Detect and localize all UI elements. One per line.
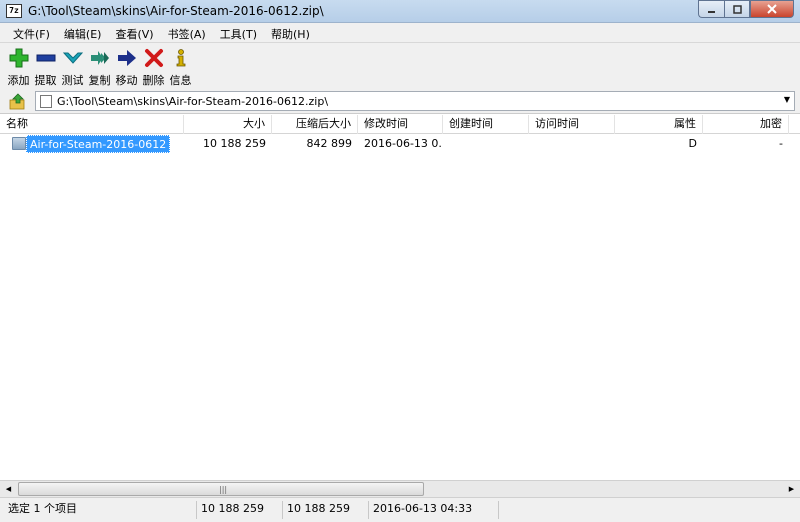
row-modified: 2016-06-13 0... — [364, 137, 443, 150]
double-arrow-icon — [90, 51, 109, 65]
extract-label: 提取 — [34, 74, 57, 87]
address-bar: G:\Tool\Steam\skins\Air-for-Steam-2016-0… — [0, 89, 800, 114]
folder-icon — [12, 137, 26, 150]
info-icon — [176, 49, 185, 67]
menu-bar: 文件(F) 编辑(E) 查看(V) 书签(A) 工具(T) 帮助(H) — [0, 23, 800, 43]
list-header: 名称 大小 压缩后大小 修改时间 创建时间 访问时间 属性 加密 — [0, 115, 800, 134]
menu-help[interactable]: 帮助(H) — [264, 23, 317, 42]
title-bar: 7z G:\Tool\Steam\skins\Air-for-Steam-201… — [0, 0, 800, 23]
row-encrypted: - — [779, 137, 783, 150]
test-button[interactable]: 测试 — [59, 43, 86, 89]
copy-button[interactable]: 复制 — [86, 43, 113, 89]
column-header-accessed[interactable]: 访问时间 — [529, 115, 615, 134]
info-label: 信息 — [169, 74, 192, 87]
extract-button[interactable]: 提取 — [32, 43, 59, 89]
status-size: 10 188 259 — [196, 501, 282, 519]
column-header-modified[interactable]: 修改时间 — [358, 115, 443, 134]
column-header-attributes[interactable]: 属性 — [615, 115, 703, 134]
move-button[interactable]: 移动 — [113, 43, 140, 89]
column-header-created[interactable]: 创建时间 — [443, 115, 529, 134]
address-field[interactable]: G:\Tool\Steam\skins\Air-for-Steam-2016-0… — [35, 91, 795, 111]
column-header-size[interactable]: 大小 — [184, 115, 272, 134]
window-controls — [698, 0, 794, 18]
horizontal-scrollbar[interactable]: ◀ ||| ▶ — [0, 480, 800, 497]
add-label: 添加 — [7, 74, 30, 87]
menu-bookmarks[interactable]: 书签(A) — [161, 23, 213, 42]
app-icon[interactable]: 7z — [6, 4, 22, 18]
status-packed-size: 10 188 259 — [282, 501, 368, 519]
move-label: 移动 — [115, 74, 138, 87]
status-empty — [498, 501, 796, 519]
row-packed-size: 842 899 — [306, 137, 353, 150]
maximize-icon — [732, 4, 742, 14]
menu-edit[interactable]: 编辑(E) — [57, 23, 109, 42]
info-button[interactable]: 信息 — [167, 43, 194, 89]
file-list: 名称 大小 压缩后大小 修改时间 创建时间 访问时间 属性 加密 Air-for… — [0, 115, 800, 480]
row-attributes: D — [688, 137, 697, 150]
delete-button[interactable]: 删除 — [140, 43, 167, 89]
arrow-right-icon — [117, 50, 136, 66]
status-selection: 选定 1 个项目 — [8, 502, 77, 515]
grip-icon: ||| — [219, 485, 228, 494]
close-button[interactable] — [750, 0, 794, 18]
minus-icon — [36, 54, 55, 62]
copy-label: 复制 — [88, 74, 111, 87]
row-name[interactable]: Air-for-Steam-2016-0612 — [26, 135, 171, 153]
toolbar: 添加 提取 测试 复制 移动 删除 信息 — [0, 43, 800, 89]
row-accessed — [529, 135, 615, 153]
address-path: G:\Tool\Steam\skins\Air-for-Steam-2016-0… — [57, 95, 329, 108]
scroll-left-icon[interactable]: ◀ — [0, 481, 17, 497]
minimize-icon — [708, 10, 715, 13]
column-header-encrypted[interactable]: 加密 — [703, 115, 789, 134]
test-label: 测试 — [61, 74, 84, 87]
menu-file[interactable]: 文件(F) — [6, 23, 57, 42]
minimize-button[interactable] — [698, 0, 724, 18]
delete-label: 删除 — [142, 74, 165, 87]
column-header-name[interactable]: 名称 — [0, 115, 184, 134]
scroll-right-icon[interactable]: ▶ — [783, 481, 800, 497]
column-header-packed-size[interactable]: 压缩后大小 — [272, 115, 358, 134]
file-icon — [40, 95, 52, 108]
status-bar: 选定 1 个项目 10 188 259 10 188 259 2016-06-1… — [0, 497, 800, 522]
up-folder-button[interactable] — [9, 93, 26, 110]
window-title: G:\Tool\Steam\skins\Air-for-Steam-2016-0… — [28, 4, 324, 18]
status-date: 2016-06-13 04:33 — [368, 501, 498, 519]
add-button[interactable]: 添加 — [5, 43, 32, 89]
scrollbar-thumb[interactable]: ||| — [18, 482, 424, 496]
menu-tools[interactable]: 工具(T) — [213, 23, 264, 42]
check-chevron-icon — [62, 52, 83, 64]
folder-up-icon — [9, 93, 25, 110]
maximize-button[interactable] — [724, 0, 750, 18]
x-icon — [144, 49, 163, 67]
dropdown-arrow-icon[interactable]: ▼ — [784, 95, 790, 104]
row-created — [443, 135, 529, 153]
row-size: 10 188 259 — [203, 137, 266, 150]
plus-icon — [9, 48, 28, 68]
menu-view[interactable]: 查看(V) — [108, 23, 160, 42]
table-row[interactable]: Air-for-Steam-2016-0612 10 188 259 842 8… — [0, 135, 800, 153]
close-icon — [767, 4, 777, 14]
